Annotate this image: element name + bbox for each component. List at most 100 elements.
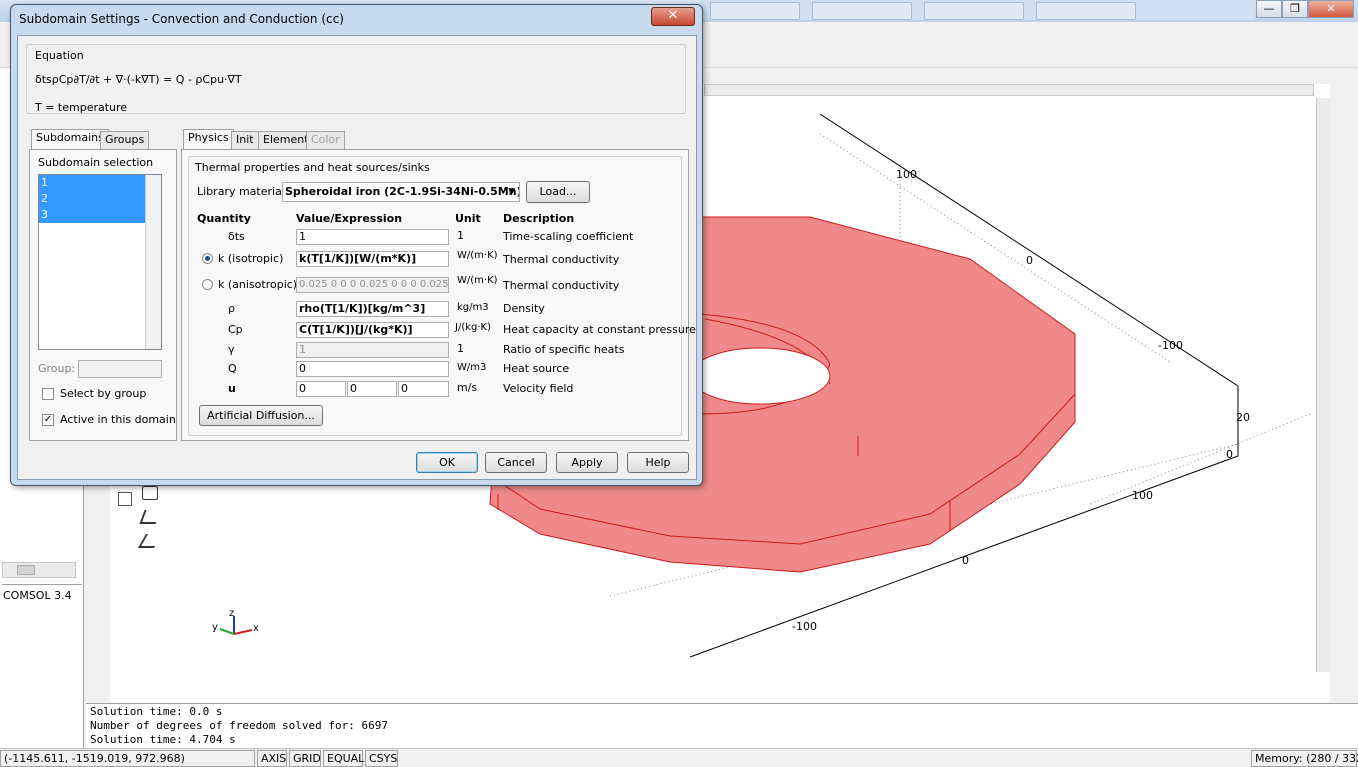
horizontal-scrollbar[interactable] <box>2 562 76 578</box>
zoom-extents-icon[interactable] <box>118 492 132 506</box>
console-line: Solution time: 4.704 s <box>90 733 236 746</box>
tab-init[interactable]: Init <box>231 131 259 149</box>
coordinate-readout: (-1145.611, -1519.019, 972.968) <box>0 750 255 767</box>
visualization-toolbar <box>137 484 163 554</box>
value-input[interactable]: rho(T[1/K])[kg/m^3] <box>296 301 449 317</box>
quantity-label: δts <box>228 230 245 243</box>
transparency-icon[interactable] <box>139 510 161 524</box>
header-value: Value/Expression <box>296 212 403 225</box>
status-bar: (-1145.611, -1519.019, 972.968) AXIS GRI… <box>0 748 1358 767</box>
physics-panel: Thermal properties and heat sources/sink… <box>181 149 696 441</box>
unit-label: kg/m3 <box>457 302 489 313</box>
help-button[interactable]: Help <box>627 452 689 473</box>
minimize-button[interactable]: — <box>1256 0 1282 18</box>
memory-readout: Memory: (280 / 332) <box>1251 750 1358 767</box>
load-button[interactable]: Load... <box>526 181 590 203</box>
tab-physics[interactable]: Physics <box>183 129 234 149</box>
subdomain-list[interactable]: 1 2 3 <box>38 174 162 350</box>
velocity-z-input[interactable]: 0 <box>398 381 449 397</box>
list-item[interactable]: 2 <box>39 191 161 207</box>
axis-tick-label: 100 <box>1132 489 1153 502</box>
axis-tick-label: -100 <box>792 620 817 633</box>
value-input[interactable]: k(T[1/K])[W/(m*K)] <box>296 251 449 267</box>
description-label: Heat capacity at constant pressure <box>503 323 696 336</box>
velocity-y-input[interactable]: 0 <box>347 381 397 397</box>
description-label: Density <box>503 302 545 315</box>
dialog-title: Subdomain Settings - Convection and Cond… <box>19 12 344 26</box>
taskbar-tab[interactable] <box>924 2 1024 20</box>
library-material-select[interactable]: Spheroidal iron (2C-1.9Si-34Ni-0.5Mn) ▼ <box>282 182 520 202</box>
select-by-group-checkbox[interactable] <box>42 388 54 400</box>
console-line: Solution time: 0.0 s <box>90 705 223 718</box>
triad-z-label: z <box>229 608 234 619</box>
app-close-button[interactable]: ✕ <box>1308 0 1354 18</box>
grid-toggle[interactable]: GRID <box>289 750 321 767</box>
axis-tick-label: 20 <box>1236 411 1250 424</box>
dialog-close-button[interactable]: ✕ <box>651 7 695 26</box>
unit-label: W/m3 <box>457 362 487 373</box>
axis-tick-label: 0 <box>962 554 969 567</box>
scroll-thumb[interactable] <box>17 565 35 575</box>
velocity-x-input[interactable]: 0 <box>296 381 346 397</box>
horizontal-scrollbar[interactable] <box>704 84 1314 96</box>
description-label: Time-scaling coefficient <box>503 230 634 243</box>
lighting-icon[interactable] <box>142 486 158 500</box>
value-input[interactable]: 0 <box>296 361 449 377</box>
unit-label: m/s <box>457 381 478 394</box>
triad-x-label: x <box>253 623 259 634</box>
unit-label: W/(m·K) <box>457 250 498 261</box>
tab-subdomains[interactable]: Subdomains <box>31 129 109 149</box>
csys-toggle[interactable]: CSYS <box>365 750 398 767</box>
axis-toggle[interactable]: AXIS <box>257 750 287 767</box>
value-input[interactable]: 1 <box>296 229 449 245</box>
list-item[interactable]: 1 <box>39 175 161 191</box>
list-scrollbar[interactable] <box>145 175 161 349</box>
tab-groups[interactable]: Groups <box>100 131 150 149</box>
equation-text: δtsρCp∂T/∂t + ∇·(-k∇T) = Q - ρCpu·∇T <box>35 73 242 86</box>
artificial-diffusion-button[interactable]: Artificial Diffusion... <box>199 405 323 426</box>
cancel-button[interactable]: Cancel <box>485 452 547 473</box>
physics-group: Thermal properties and heat sources/sink… <box>188 156 696 436</box>
axis-tick-label: 100 <box>896 168 917 181</box>
quantity-label: Q <box>228 362 237 375</box>
list-item[interactable]: 3 <box>39 207 161 223</box>
apply-button[interactable]: Apply <box>556 452 618 473</box>
active-in-domain-checkbox[interactable]: ✓ <box>42 414 54 426</box>
chevron-down-icon: ▼ <box>508 187 515 197</box>
equation-group: Equation δtsρCp∂T/∂t + ∇·(-k∇T) = Q - ρC… <box>26 44 686 114</box>
equation-group-label: Equation <box>35 49 84 62</box>
taskbar-tab[interactable] <box>812 2 912 20</box>
anisotropic-radio[interactable] <box>202 279 213 290</box>
quantity-label: k (anisotropic) <box>218 278 298 291</box>
taskbar-tab[interactable] <box>710 2 800 20</box>
isotropic-radio[interactable] <box>202 253 213 264</box>
group-select <box>78 360 162 378</box>
description-label: Thermal conductivity <box>503 279 620 292</box>
subdomains-panel: Subdomain selection 1 2 3 Group: Select … <box>29 149 177 441</box>
equation-variable: T = temperature <box>35 101 128 114</box>
axis-tick-label: -100 <box>1158 339 1183 352</box>
dialog-body: Equation δtsρCp∂T/∂t + ∇·(-k∇T) = Q - ρC… <box>17 35 697 480</box>
equal-toggle[interactable]: EQUAL <box>323 750 364 767</box>
taskbar-tab[interactable] <box>1036 2 1136 20</box>
quantity-label: γ <box>228 343 235 356</box>
wireframe-icon[interactable] <box>137 534 163 548</box>
description-label: Heat source <box>503 362 570 375</box>
axis-tick-label: 0 <box>1026 254 1033 267</box>
group-label: Group: <box>38 362 76 375</box>
value-input[interactable]: C(T[1/K])[J/(kg*K)] <box>296 322 449 338</box>
restore-button[interactable]: ❐ <box>1282 0 1308 18</box>
version-label: COMSOL 3.4 <box>3 589 72 602</box>
ok-button[interactable]: OK <box>416 452 478 473</box>
description-label: Velocity field <box>503 382 574 395</box>
select-by-group-label: Select by group <box>60 387 147 400</box>
value-input: 0.025 0 0 0 0.025 0 0 0 0.025 <box>296 277 449 293</box>
taskbar-strip <box>700 0 1255 20</box>
library-material-label: Library material: <box>197 185 289 198</box>
unit-label: J/(kg·K) <box>455 322 491 333</box>
vertical-scrollbar[interactable] <box>1316 98 1330 672</box>
triad-y-label: y <box>212 622 218 633</box>
header-quantity: Quantity <box>197 212 251 225</box>
description-label: Ratio of specific heats <box>503 343 625 356</box>
subdomain-settings-dialog: Subdomain Settings - Convection and Cond… <box>10 4 703 486</box>
